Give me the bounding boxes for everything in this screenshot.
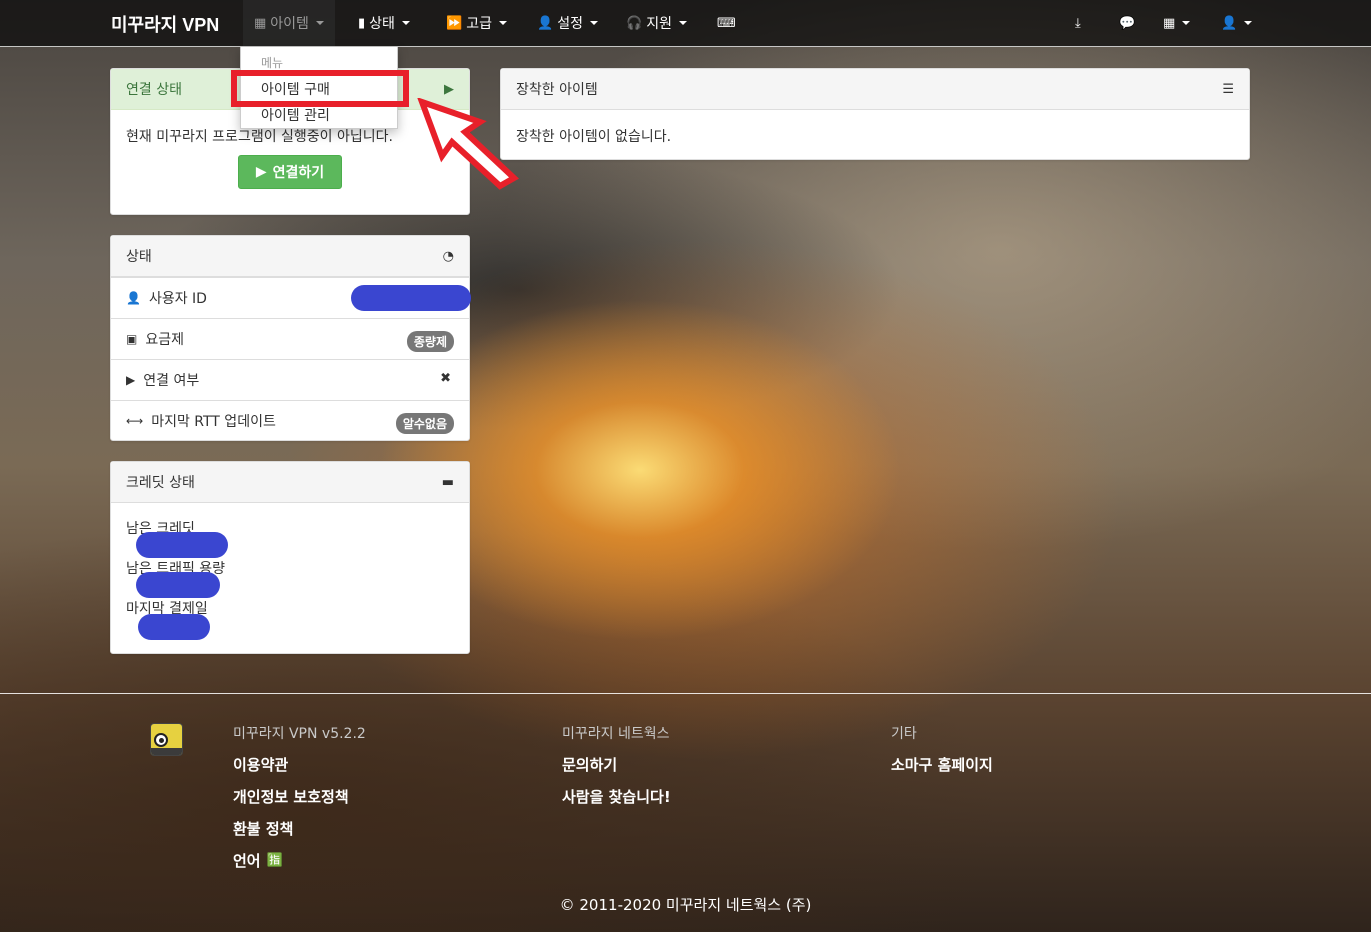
nav-item-settings[interactable]: 👤 설정 <box>526 0 609 46</box>
fast-forward-icon: ⏩ <box>446 15 463 31</box>
caret-down-icon <box>498 21 507 25</box>
row-label: 요금제 <box>145 332 184 348</box>
language-label: 언어 <box>233 852 261 870</box>
footer-col2-title: 미꾸라지 네트웍스 <box>562 726 670 742</box>
translate-icon: 🈯 <box>266 853 283 868</box>
keyboard-button[interactable]: ⌨ <box>706 0 747 46</box>
connection-message: 현재 미꾸라지 프로그램이 실행중이 아닙니다. <box>126 129 393 145</box>
user-icon: 👤 <box>537 15 554 31</box>
nav-item-label: 상태 <box>369 16 395 32</box>
status-row-rtt: ⟷ 마지막 RTT 업데이트 알수없음 <box>111 400 469 441</box>
panel-title: 상태 <box>126 249 152 265</box>
download-button[interactable]: ⤓ <box>1064 0 1092 46</box>
status-panel: 상태 ◔ 👤 사용자 ID ▣ 요금제 종량제 ▶ 연결 여부 ✖ ⟷ 마지막 … <box>110 235 471 441</box>
keyboard-icon: ⌨ <box>717 15 736 31</box>
redacted-credit-value <box>136 532 228 558</box>
row-label: 마지막 RTT 업데이트 <box>151 414 276 430</box>
remove-icon: ✖ <box>440 371 451 386</box>
nav-item-label: 고급 <box>466 16 492 32</box>
menu-item-manage-items[interactable]: 아이템 관리 <box>261 105 330 125</box>
play-icon[interactable]: ▶ <box>444 82 454 97</box>
panel-heading: 상태 ◔ <box>111 236 469 277</box>
list-alt-icon: ☰ <box>1222 81 1234 97</box>
account-button[interactable]: 👤 <box>1210 0 1263 46</box>
footer-divider <box>0 693 1371 694</box>
status-row-plan: ▣ 요금제 종량제 <box>111 318 469 359</box>
footer-col3-title: 기타 <box>891 726 917 742</box>
status-row-connection: ▶ 연결 여부 ✖ <box>111 359 469 400</box>
footer-link-terms[interactable]: 이용약관 <box>233 754 288 775</box>
play-icon: ▶ <box>255 164 267 180</box>
row-label: 연결 여부 <box>143 373 200 389</box>
row-label: 사용자 ID <box>148 291 207 307</box>
redacted-user-id <box>351 285 471 311</box>
dashboard-icon: ◔ <box>442 248 454 264</box>
equipped-message: 장착한 아이템이 없습니다. <box>516 129 672 145</box>
rtt-badge: 알수없음 <box>395 413 454 434</box>
footer-link-somagu[interactable]: 소마구 홈페이지 <box>891 754 993 775</box>
messages-button[interactable]: 💬 <box>1108 0 1146 46</box>
connect-button-label: 연결하기 <box>272 165 325 181</box>
nav-item-advanced[interactable]: ⏩ 고급 <box>435 0 518 46</box>
caret-down-icon <box>1244 21 1253 25</box>
caret-down-icon <box>315 21 324 25</box>
footer-logo <box>150 723 183 756</box>
nav-item-status[interactable]: ▮ 상태 <box>347 0 421 46</box>
panel-heading: 장착한 아이템 ☰ <box>501 69 1249 110</box>
equipped-items-panel: 장착한 아이템 ☰ 장착한 아이템이 없습니다. <box>500 68 1250 160</box>
grid-icon: ▦ <box>1163 15 1176 31</box>
highlight-annotation <box>231 70 409 107</box>
money-icon: ▣ <box>126 332 138 346</box>
caret-down-icon <box>589 21 598 25</box>
footer-col1-title: 미꾸라지 VPN v5.2.2 <box>233 726 366 742</box>
caret-down-icon <box>678 21 687 25</box>
download-icon: ⤓ <box>1075 15 1081 31</box>
footer-link-privacy[interactable]: 개인정보 보호정책 <box>233 786 349 807</box>
top-navbar: 미꾸라지 VPN ▦ 아이템 ▮ 상태 ⏩ 고급 👤 설정 🎧 지원 ⌨ ⤓ 💬… <box>0 0 1371 47</box>
footer-link-language[interactable]: 언어 🈯 <box>233 850 283 871</box>
resize-horizontal-icon: ⟷ <box>126 414 144 428</box>
user-icon: 👤 <box>1221 15 1238 31</box>
copyright-text: © 2011-2020 미꾸라지 네트웍스 (주) <box>559 896 812 914</box>
redacted-traffic-value <box>136 572 220 598</box>
footer-link-careers[interactable]: 사람을 찾습니다! <box>562 786 671 807</box>
credit-card-icon: ▬ <box>441 474 454 490</box>
redacted-payment-date <box>138 614 210 640</box>
plan-badge: 종량제 <box>406 331 454 352</box>
footer-link-contact[interactable]: 문의하기 <box>562 754 617 775</box>
panel-title: 크레딧 상태 <box>126 475 195 491</box>
nav-item-label: 지원 <box>646 16 672 32</box>
apps-button[interactable]: ▦ <box>1152 0 1201 46</box>
credit-status-panel: 크레딧 상태 ▬ 남은 크레딧 남은 트래픽 용량 마지막 결제일 <box>110 461 470 654</box>
nav-item-items[interactable]: ▦ 아이템 <box>243 0 335 46</box>
headphones-icon: 🎧 <box>626 15 643 31</box>
caret-down-icon <box>401 21 410 25</box>
panel-title: 연결 상태 <box>126 82 182 98</box>
arrow-annotation-icon <box>417 98 520 190</box>
panel-title: 장착한 아이템 <box>516 82 598 98</box>
user-icon: 👤 <box>126 291 141 305</box>
comment-icon: 💬 <box>1119 15 1136 31</box>
connect-button[interactable]: ▶ 연결하기 <box>238 155 342 189</box>
gift-icon: ▦ <box>254 15 267 31</box>
nav-item-label: 아이템 <box>270 16 309 32</box>
bar-chart-icon: ▮ <box>358 15 366 31</box>
brand-logo[interactable]: 미꾸라지 VPN <box>111 11 219 37</box>
footer-link-refund[interactable]: 환불 정책 <box>233 818 293 839</box>
caret-down-icon <box>1182 21 1191 25</box>
play-icon: ▶ <box>126 373 136 387</box>
panel-heading: 크레딧 상태 ▬ <box>111 462 469 503</box>
dropdown-header: 메뉴 <box>261 56 284 70</box>
status-row-user-id: 👤 사용자 ID <box>111 277 471 318</box>
nav-item-support[interactable]: 🎧 지원 <box>615 0 698 46</box>
nav-item-label: 설정 <box>557 16 583 32</box>
